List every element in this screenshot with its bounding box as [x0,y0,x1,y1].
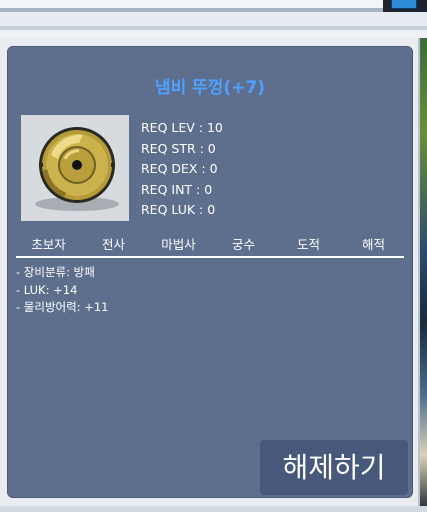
item-info-panel: 냄비 뚜껑(+7) REQ LEV : 10 REQ STR: 0 REQ D… [7,46,413,498]
job-bowman: 궁수 [231,237,255,252]
req-luk: REQ LUK : 0 [141,202,216,217]
requirements-list: REQ LEV : 10 REQ STR : 0 REQ DEX : 0 REQ… [141,118,223,221]
game-screen: 냄비 뚜껑(+7) REQ LEV : 10 REQ STR: 0 REQ D… [0,0,427,512]
job-magician: 마법사 [161,237,196,252]
item-name: 냄비 뚜껑(+7) [154,78,266,98]
job-pirate: 해적 [361,237,385,252]
job-warrior: 전사 [101,237,125,252]
req-dex: REQ DEX : 0 [141,161,218,176]
stat-physical-defense: - 물리방어력: +11 [16,300,109,314]
stat-luk: - LUK: +14 [16,282,78,297]
corner-widget [383,0,427,12]
stat-equip-category: - 장비분류: 방패 [16,265,95,279]
req-level: REQ LEV : 10 [141,120,223,135]
item-tooltip-window: 냄비 뚜껑(+7) REQ LEV : 10 REQ STR: 0 REQ D… [0,38,420,506]
item-icon-frame [21,115,129,221]
req-str: REQ STR : 0 [141,140,216,156]
pot-lid-shield-icon [35,127,119,211]
bottom-edge [0,506,427,512]
section-divider [16,256,404,258]
job-thief: 도적 [296,237,320,252]
item-stats-list: - 장비분류: 방패 - LUK: +14 - 물리방어력: +11 [16,264,109,317]
job-beginner: 초보자 [31,237,66,252]
req-int: REQ INT : 0 [141,181,213,197]
minimize-tab-icon[interactable] [391,0,417,9]
background-window-titlebar [0,0,427,38]
release-button[interactable]: 해제하기 [260,440,408,495]
job-class-row: 초보자 전사 마법사 궁수 도적 해적 [16,234,406,253]
